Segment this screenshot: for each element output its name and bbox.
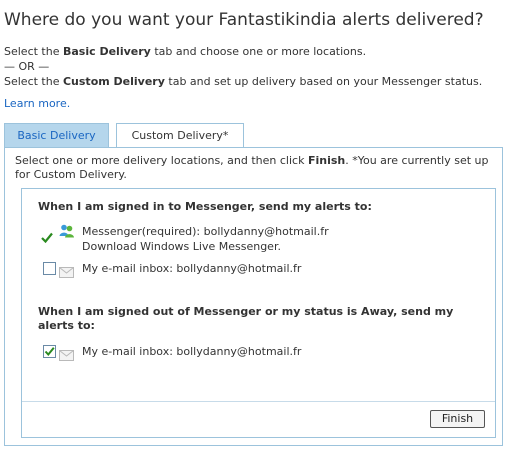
intro-bold-basic: Basic Delivery — [62, 45, 151, 58]
signed-in-email-label: My e-mail inbox: bollydanny@hotmail.fr — [82, 262, 302, 275]
tab-basic-delivery[interactable]: Basic Delivery — [4, 123, 109, 147]
or-separator: — OR — — [4, 60, 50, 73]
intro-text: tab and choose one or more locations. — [150, 45, 367, 58]
signed-out-email-label: My e-mail inbox: bollydanny@hotmail.fr — [82, 345, 302, 358]
envelope-icon — [59, 263, 74, 278]
page-title: Where do you want your Fantastikindia al… — [4, 10, 484, 30]
learn-more-link[interactable]: Learn more. — [4, 97, 70, 110]
messenger-destination-label: Messenger(required): bollydanny@hotmail.… — [82, 225, 329, 238]
intro-text: Select the — [4, 45, 63, 58]
panel-desc-bold: Finish — [307, 154, 346, 167]
panel-description: Select one or more delivery locations, a… — [15, 154, 500, 181]
intro-line-basic: Select the Basic Delivery tab and choose… — [4, 45, 366, 58]
envelope-icon — [59, 346, 74, 361]
divider — [22, 401, 495, 402]
signed-out-heading: When I am signed out of Messenger or my … — [38, 305, 454, 332]
intro-line-custom: Select the Custom Delivery tab and set u… — [4, 75, 482, 88]
custom-delivery-panel: Select one or more delivery locations, a… — [4, 147, 503, 446]
intro-bold-custom: Custom Delivery — [62, 75, 165, 88]
signed-out-email-checkbox[interactable] — [43, 345, 56, 358]
panel-desc-text: Select one or more delivery locations, a… — [15, 154, 308, 167]
messenger-buddy-icon — [59, 223, 75, 243]
checkmark-icon — [44, 347, 55, 357]
intro-text: Select the — [4, 75, 63, 88]
checkmark-icon — [41, 228, 53, 247]
finish-button[interactable]: Finish — [430, 410, 485, 428]
intro-text: tab and set up delivery based on your Me… — [164, 75, 483, 88]
delivery-options-box: When I am signed in to Messenger, send m… — [21, 188, 496, 438]
download-messenger-link[interactable]: Download Windows Live Messenger. — [82, 240, 281, 253]
signed-in-heading: When I am signed in to Messenger, send m… — [38, 200, 372, 213]
signed-in-email-checkbox[interactable] — [43, 262, 56, 275]
tab-custom-delivery[interactable]: Custom Delivery* — [116, 123, 244, 148]
